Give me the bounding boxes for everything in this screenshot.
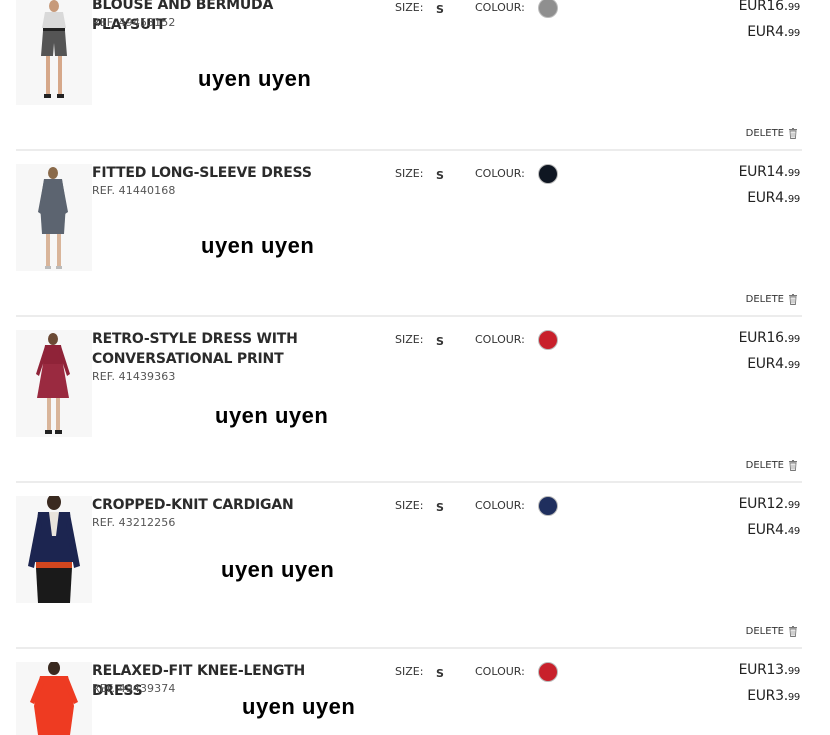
- size-label: SIZE:: [395, 499, 424, 512]
- price-sale: EUR3.99: [747, 688, 800, 704]
- trash-icon: [789, 128, 797, 139]
- overlay-note: uyen uyen: [215, 403, 329, 428]
- price-cents: 99: [787, 692, 800, 703]
- price-sale: EUR4.99: [747, 356, 800, 372]
- colour-label: COLOUR:: [475, 167, 525, 180]
- cart-item: RETRO-STYLE DRESS WITH CONVERSATIONAL PR…: [0, 330, 830, 496]
- price-main: EUR4.: [747, 24, 788, 40]
- product-thumbnail[interactable]: [16, 330, 92, 437]
- product-thumbnail[interactable]: [16, 164, 92, 271]
- delete-button[interactable]: DELETE: [746, 626, 798, 637]
- trash-icon: [789, 626, 797, 637]
- size-value: S: [436, 169, 444, 182]
- colour-label: COLOUR:: [475, 499, 525, 512]
- delete-label: DELETE: [745, 460, 784, 471]
- colour-swatch: [538, 164, 558, 184]
- product-name[interactable]: FITTED LONG-SLEEVE DRESS: [92, 163, 332, 183]
- price-cents: 99: [787, 2, 800, 13]
- price-original: EUR14.99: [738, 164, 801, 180]
- overlay-note: uyen uyen: [242, 694, 356, 719]
- price-main: EUR4.: [747, 356, 788, 372]
- price-cents: 99: [787, 360, 800, 371]
- colour-swatch: [538, 496, 558, 516]
- product-ref: REF. 49439374: [92, 682, 176, 695]
- trash-icon: [789, 294, 797, 305]
- product-ref: REF. 41439363: [92, 370, 176, 383]
- price-sale: EUR4.49: [747, 522, 800, 538]
- overlay-note: uyen uyen: [198, 66, 312, 91]
- price-main: EUR16.: [738, 330, 789, 346]
- colour-swatch: [538, 662, 558, 682]
- delete-label: DELETE: [745, 626, 784, 637]
- delete-label: DELETE: [745, 128, 784, 139]
- colour-label: COLOUR:: [475, 1, 525, 14]
- cart-item: FITTED LONG-SLEEVE DRESS REF. 41440168 S…: [0, 164, 830, 330]
- size-label: SIZE:: [395, 1, 424, 14]
- size-value: S: [436, 501, 444, 514]
- price-cents: 99: [787, 666, 800, 677]
- price-cents: 99: [787, 500, 800, 511]
- price-cents: 99: [787, 334, 800, 345]
- cart-item-list: BLOUSE AND BERMUDA PLAYSUIT REF. 4945315…: [0, 0, 830, 735]
- overlay-note: uyen uyen: [201, 233, 315, 258]
- product-ref: REF. 43212256: [92, 516, 176, 529]
- price-sale: EUR4.99: [747, 24, 800, 40]
- price-cents: 99: [787, 28, 800, 39]
- size-label: SIZE:: [395, 167, 424, 180]
- product-ref: REF. 49453152: [92, 16, 176, 29]
- row-divider: [16, 315, 802, 317]
- price-main: EUR4.: [747, 190, 788, 206]
- delete-button[interactable]: DELETE: [746, 460, 798, 471]
- trash-icon: [789, 460, 797, 471]
- playsuit-photo-icon: [16, 0, 92, 105]
- size-value: S: [436, 335, 444, 348]
- price-main: EUR16.: [738, 0, 789, 14]
- product-name[interactable]: RETRO-STYLE DRESS WITH CONVERSATIONAL PR…: [92, 329, 332, 369]
- product-thumbnail[interactable]: [16, 0, 92, 105]
- product-name[interactable]: CROPPED-KNIT CARDIGAN: [92, 495, 332, 515]
- overlay-note: uyen uyen: [221, 557, 335, 582]
- price-main: EUR12.: [738, 496, 789, 512]
- price-main: EUR13.: [738, 662, 789, 678]
- cardigan-photo-icon: [16, 496, 92, 603]
- size-value: S: [436, 667, 444, 680]
- price-original: EUR16.99: [738, 0, 801, 14]
- delete-button[interactable]: DELETE: [746, 294, 798, 305]
- price-sale: EUR4.99: [747, 190, 800, 206]
- cart-item: RELAXED-FIT KNEE-LENGTH DRESS REF. 49439…: [0, 662, 830, 735]
- price-cents: 99: [787, 168, 800, 179]
- product-thumbnail[interactable]: [16, 662, 92, 735]
- size-value: S: [436, 3, 444, 16]
- price-main: EUR14.: [738, 164, 789, 180]
- price-cents: 99: [787, 194, 800, 205]
- row-divider: [16, 149, 802, 151]
- grey-dress-photo-icon: [16, 164, 92, 271]
- price-main: EUR3.: [747, 688, 788, 704]
- delete-label: DELETE: [745, 294, 784, 305]
- price-main: EUR4.: [747, 522, 788, 538]
- price-original: EUR13.99: [738, 662, 801, 678]
- cart-item: BLOUSE AND BERMUDA PLAYSUIT REF. 4945315…: [0, 0, 830, 164]
- colour-label: COLOUR:: [475, 665, 525, 678]
- product-ref: REF. 41440168: [92, 184, 176, 197]
- price-cents: 49: [787, 526, 800, 537]
- price-original: EUR12.99: [738, 496, 801, 512]
- price-original: EUR16.99: [738, 330, 801, 346]
- colour-swatch: [538, 0, 558, 18]
- orange-dress-photo-icon: [16, 662, 92, 735]
- row-divider: [16, 481, 802, 483]
- size-label: SIZE:: [395, 665, 424, 678]
- row-divider: [16, 647, 802, 649]
- colour-swatch: [538, 330, 558, 350]
- colour-label: COLOUR:: [475, 333, 525, 346]
- size-label: SIZE:: [395, 333, 424, 346]
- red-dress-photo-icon: [16, 330, 92, 437]
- product-thumbnail[interactable]: [16, 496, 92, 603]
- cart-item: CROPPED-KNIT CARDIGAN REF. 43212256 SIZE…: [0, 496, 830, 662]
- delete-button[interactable]: DELETE: [746, 128, 798, 139]
